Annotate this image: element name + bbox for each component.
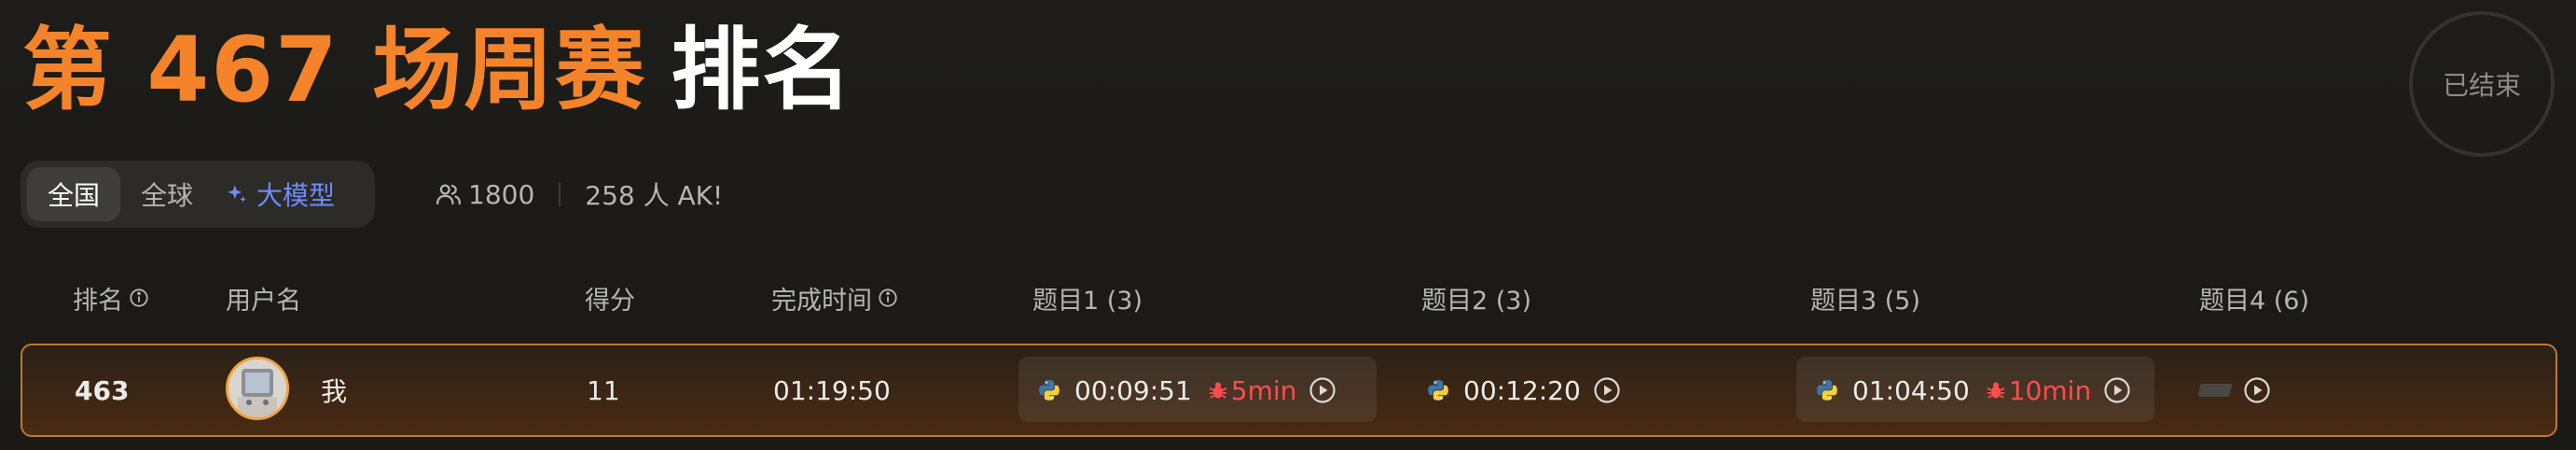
- play-icon[interactable]: [2102, 375, 2132, 405]
- question-2-result: 00:12:20: [1426, 345, 1622, 435]
- column-question-2-label: 题目2 (3): [1421, 286, 1532, 316]
- python-icon: [1817, 380, 1837, 401]
- ak-count: 258 人 AK!: [585, 180, 724, 211]
- avatar-image: [229, 359, 286, 417]
- column-rank-label: 排名: [73, 286, 123, 316]
- question-1-result: 00:09:51 5min: [1037, 345, 1337, 435]
- play-icon[interactable]: [2242, 375, 2272, 405]
- tab-global[interactable]: 全球: [120, 167, 214, 221]
- column-question-2: 题目2 (3): [1421, 274, 1531, 321]
- question-3-result: 01:04:50 10min: [1815, 345, 2132, 435]
- question-3-time: 01:04:50: [1852, 374, 1970, 406]
- region-tab-group: 全国 全球 大模型: [21, 161, 375, 228]
- column-finish-time-label: 完成时间: [771, 286, 872, 316]
- score-value: 11: [587, 374, 620, 406]
- rank-value: 463: [75, 374, 130, 406]
- column-question-3-label: 题目3 (5): [1810, 286, 1921, 316]
- play-icon[interactable]: [1592, 375, 1622, 405]
- column-username: 用户名: [226, 274, 301, 321]
- table-header: 排名 用户名 得分 完成时间 题目1 (3) 题目2 (3) 题目3 (5) 题…: [0, 274, 2576, 321]
- question-1-penalty: 5min: [1207, 374, 1297, 406]
- question-1-penalty-value: 5min: [1230, 374, 1297, 406]
- column-username-label: 用户名: [226, 286, 301, 316]
- column-score: 得分: [585, 274, 635, 321]
- tab-llm-label: 大模型: [256, 180, 336, 211]
- users-icon: [436, 184, 461, 205]
- contest-stats: 1800 258 人 AK!: [435, 174, 723, 215]
- contest-status-badge: 已结束: [2409, 11, 2555, 157]
- bug-icon: [1987, 382, 2005, 399]
- column-question-1: 题目1 (3): [1032, 274, 1143, 321]
- question-1-time: 00:09:51: [1074, 374, 1192, 406]
- column-question-4-label: 题目4 (6): [2199, 286, 2310, 316]
- info-icon[interactable]: [878, 288, 898, 308]
- play-icon[interactable]: [1308, 375, 1337, 405]
- page-title: 第 467 场周赛 排名: [22, 6, 853, 122]
- column-score-label: 得分: [585, 286, 635, 316]
- question-3-penalty: 10min: [1985, 375, 2091, 406]
- status-label: 已结束: [2442, 70, 2521, 101]
- column-finish-time: 完成时间: [771, 274, 898, 321]
- unsolved-placeholder: [2197, 384, 2233, 397]
- tab-global-label: 全球: [141, 180, 194, 211]
- username-value[interactable]: 我: [321, 345, 347, 435]
- contest-name: 第 467 场周赛: [22, 17, 647, 122]
- column-question-4: 题目4 (6): [2199, 274, 2309, 321]
- column-question-3: 题目3 (5): [1810, 274, 1920, 321]
- contest-ranking-page: 第 467 场周赛 排名 已结束 全国 全球 大模型 1800 258 人 AK: [0, 0, 2576, 450]
- sparkle-icon: [228, 185, 246, 203]
- stats-divider: [559, 182, 561, 206]
- participant-count: 1800: [468, 178, 535, 210]
- tab-national-label: 全国: [48, 180, 101, 211]
- info-icon[interactable]: [129, 288, 149, 308]
- question-4-result: [2197, 345, 2272, 435]
- column-question-1-label: 题目1 (3): [1032, 286, 1143, 316]
- python-icon: [1428, 380, 1448, 401]
- question-3-penalty-value: 10min: [2008, 374, 2092, 406]
- finish-time-value: 01:19:50: [773, 374, 891, 406]
- question-2-time: 00:12:20: [1463, 374, 1581, 406]
- tab-llm[interactable]: 大模型: [214, 167, 355, 221]
- bug-icon: [1209, 382, 1227, 399]
- tab-national[interactable]: 全国: [27, 167, 121, 221]
- avatar[interactable]: [226, 357, 289, 420]
- column-rank: 排名: [73, 274, 149, 321]
- python-icon: [1039, 380, 1059, 401]
- my-ranking-row: 463 我 11 01:19:50 00:09:51 5min 00:12:20…: [21, 344, 2557, 437]
- title-suffix: 排名: [671, 17, 854, 122]
